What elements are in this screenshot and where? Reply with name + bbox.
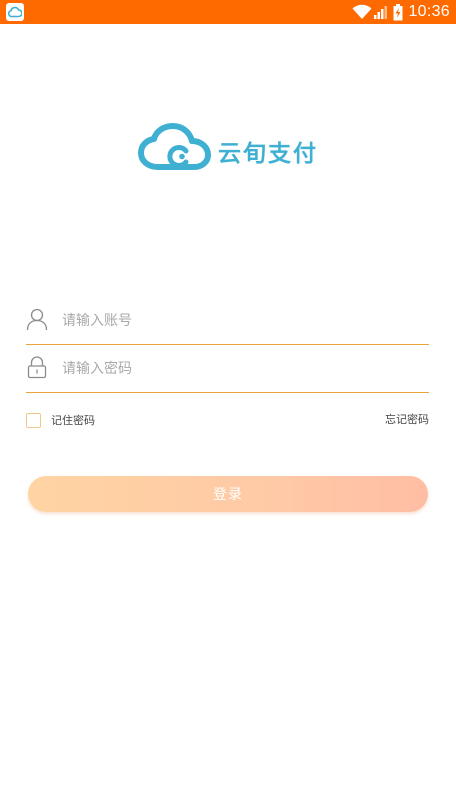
password-input[interactable] xyxy=(62,356,422,382)
account-input[interactable] xyxy=(62,308,422,334)
brand-name: 云旬支付 xyxy=(218,141,318,167)
status-time: 10:36 xyxy=(408,3,450,20)
brand-logo: 云旬支付 xyxy=(138,122,320,178)
forgot-password-link[interactable]: 忘记密码 xyxy=(385,411,429,429)
remember-password[interactable]: 记住密码 xyxy=(26,411,95,429)
status-icons: 10:36 xyxy=(352,0,450,24)
cloud-logo-icon xyxy=(138,122,212,178)
app-notification-icon xyxy=(6,3,24,21)
signal-icon xyxy=(374,5,388,19)
remember-checkbox[interactable] xyxy=(26,412,41,428)
status-bar: 10:36 xyxy=(0,0,456,24)
login-button[interactable]: 登录 xyxy=(28,476,428,512)
battery-charging-icon xyxy=(393,3,403,21)
password-field xyxy=(26,346,429,393)
remember-label: 记住密码 xyxy=(51,414,95,427)
lock-icon xyxy=(26,355,48,383)
wifi-icon xyxy=(352,4,372,20)
user-icon xyxy=(26,307,48,335)
account-field xyxy=(26,298,429,345)
